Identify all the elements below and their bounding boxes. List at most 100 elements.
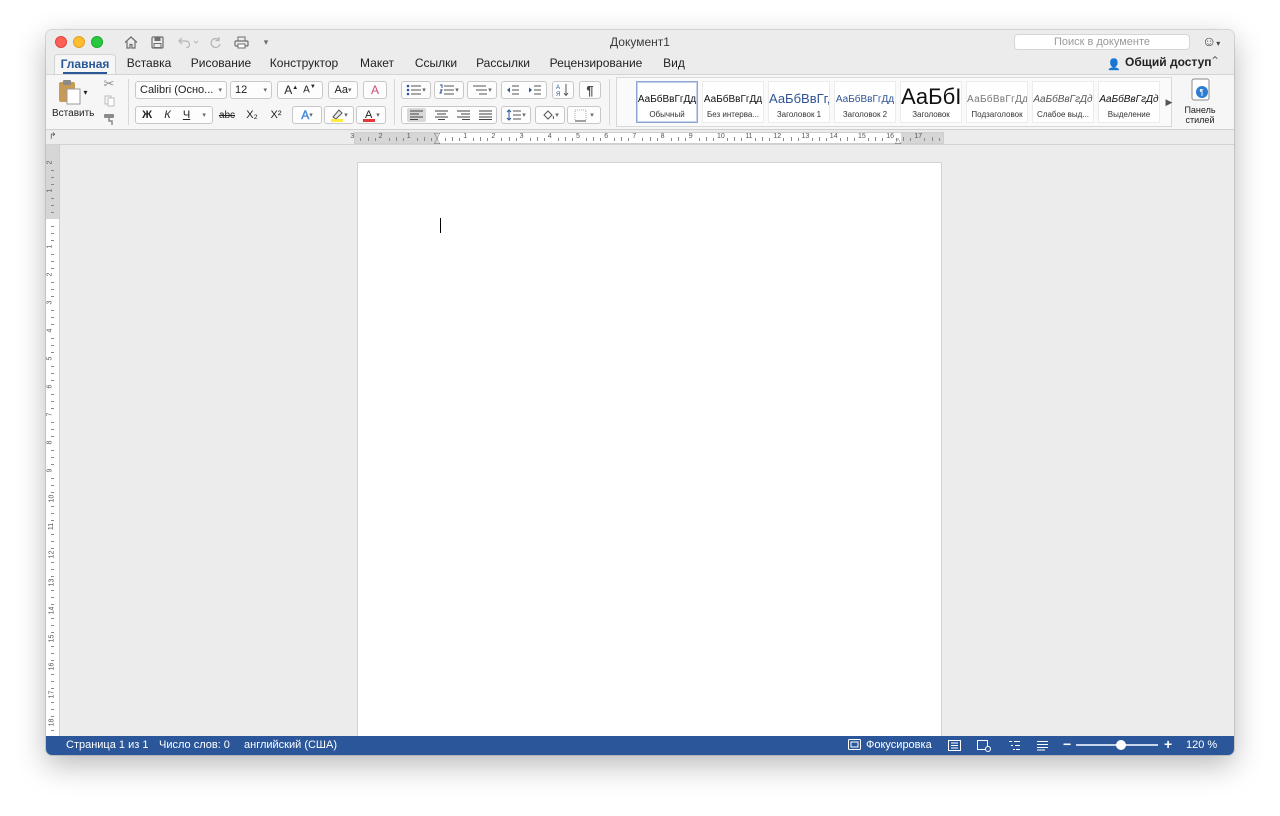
ruler-number: 7 [632,133,637,140]
word-count[interactable]: Число слов: 0 [159,739,230,751]
copy-icon[interactable] [100,93,118,109]
tab-view[interactable]: Вид [657,54,691,74]
subscript-button[interactable]: X₂ [241,106,263,124]
focus-mode-label[interactable]: Фокусировка [866,739,932,751]
shading-button[interactable]: ▾ [535,106,565,124]
svg-text:Я: Я [556,92,560,97]
draft-view-icon[interactable] [1036,740,1049,754]
customize-toolbar-icon[interactable]: ▾ [260,33,272,51]
style-no-spacing[interactable]: АаБбВвГгДд Без интерва... [702,81,764,123]
line-spacing-button[interactable]: ▾ [501,106,531,124]
underline-button[interactable]: Ч [183,109,190,121]
undo-icon[interactable] [174,33,202,51]
maximize-window-button[interactable] [91,36,103,48]
text-effects-button[interactable]: A ▾ [292,106,322,124]
zoom-in-button[interactable]: + [1164,736,1172,752]
collapse-ribbon-icon[interactable]: ⌃ [1210,54,1220,68]
ruler-tick [374,138,376,141]
style-subtitle[interactable]: АаБбВвГгДд Подзаголовок [966,81,1028,123]
page-count[interactable]: Страница 1 из 1 [66,739,148,751]
font-name-select[interactable]: Calibri (Осно... ▾ [135,81,227,99]
font-size-buttons: A▲ A▼ [277,81,323,99]
vertical-ruler-tick [51,730,54,731]
align-right-icon[interactable] [456,110,470,120]
vertical-ruler[interactable]: 2 1 1 2 3 4 5 6 7 8 9 10 11 12 13 14 15 16 17 18 [46,145,60,736]
zoom-level[interactable]: 120 % [1186,739,1217,751]
align-center-icon[interactable] [434,110,448,120]
numbering-button[interactable]: ▾ [434,81,464,99]
vertical-ruler-tick [51,478,54,479]
left-indent-marker[interactable]: △ [434,137,440,145]
close-window-button[interactable] [55,36,67,48]
ruler-tick [614,138,616,141]
bold-button[interactable]: Ж [142,109,152,121]
format-painter-icon[interactable] [100,111,118,127]
feedback-smiley-icon[interactable]: ☺▾ [1202,33,1220,49]
bullets-button[interactable]: ▾ [401,81,431,99]
horizontal-ruler[interactable]: ▽ △ △ 3 2 1 1 2 3 4 5 6 7 8 9 10 11 12 13 14 15 16 17 [350,132,944,145]
font-size-select[interactable]: 12 ▾ [230,81,272,99]
zoom-out-button[interactable]: − [1063,736,1071,752]
paste-button[interactable]: ▾ [51,77,93,107]
document-page[interactable] [357,162,942,736]
multilevel-list-button[interactable]: ▾ [467,81,497,99]
web-layout-view-icon[interactable] [977,740,991,755]
share-button[interactable]: Общий доступ [1125,55,1212,69]
tab-design[interactable]: Конструктор [265,54,343,74]
vertical-ruler-number: 16 [48,662,56,671]
font-color-button[interactable]: A ▾ [356,106,386,124]
tab-mailings[interactable]: Рассылки [472,54,534,74]
borders-button[interactable]: ▾ [567,106,601,124]
justify-icon[interactable] [478,110,492,120]
vertical-ruler-tick [51,492,54,493]
tab-draw[interactable]: Рисование [186,54,256,74]
increase-indent-icon[interactable] [528,84,542,96]
italic-button[interactable]: К [164,109,170,121]
decrease-indent-icon[interactable] [506,84,520,96]
grow-font-icon[interactable]: A▲ [284,83,298,97]
cut-icon[interactable]: ✂ [100,76,118,92]
strikethrough-button[interactable]: abc [215,106,239,124]
tab-review[interactable]: Рецензирование [546,54,646,74]
language-indicator[interactable]: английский (США) [244,739,337,751]
styles-pane-button[interactable]: ¶ [1184,77,1218,103]
shrink-font-icon[interactable]: A▼ [303,84,316,95]
align-left-icon[interactable] [406,108,426,122]
style-title[interactable]: АаБбІ Заголовок [900,81,962,123]
style-emphasis[interactable]: АаБбВвГгДд Выделение [1098,81,1160,123]
style-name: Слабое выд... [1037,110,1089,119]
gallery-next-icon[interactable]: ▶ [1164,93,1174,111]
style-heading-2[interactable]: АаБбВвГгДд Заголовок 2 [834,81,896,123]
tab-layout[interactable]: Макет [354,54,400,74]
style-heading-1[interactable]: АаБбВвГг, Заголовок 1 [768,81,830,123]
style-sample: АаБбВвГгДд [703,94,763,105]
tab-references[interactable]: Ссылки [410,54,462,74]
vertical-ruler-number: 15 [48,634,56,643]
outline-view-icon[interactable] [1008,740,1021,754]
style-subtle-emphasis[interactable]: АаБбВвГгДд Слабое выд... [1032,81,1094,123]
vertical-ruler-tick [51,436,54,437]
tab-home[interactable]: Главная [54,54,116,74]
underline-dropdown-icon[interactable]: ▾ [202,111,206,119]
home-icon[interactable] [122,33,140,51]
print-layout-view-icon[interactable] [948,740,961,754]
tab-insert[interactable]: Вставка [122,54,176,74]
tab-selector-icon[interactable]: ↱ [49,131,57,142]
vertical-ruler-tick [51,296,54,297]
style-normal[interactable]: АаБбВвГгДд Обычный [636,81,698,123]
change-case-button[interactable]: Aa ▾ [328,81,358,99]
sort-button[interactable]: AЯ [552,81,574,99]
print-icon[interactable] [232,33,250,51]
minimize-window-button[interactable] [73,36,85,48]
search-document-input[interactable]: Поиск в документе [1014,34,1190,50]
save-icon[interactable] [148,33,166,51]
clear-formatting-button[interactable]: A [363,81,387,99]
vertical-ruler-tick [51,513,54,514]
add-person-icon[interactable]: 👤 [1107,58,1121,71]
zoom-slider-knob[interactable] [1116,740,1127,750]
redo-icon[interactable] [206,33,224,51]
superscript-button[interactable]: X² [265,106,287,124]
highlight-button[interactable]: ▾ [324,106,354,124]
focus-mode-icon[interactable] [848,739,861,753]
show-paragraph-marks-icon[interactable]: ¶ [579,81,601,99]
